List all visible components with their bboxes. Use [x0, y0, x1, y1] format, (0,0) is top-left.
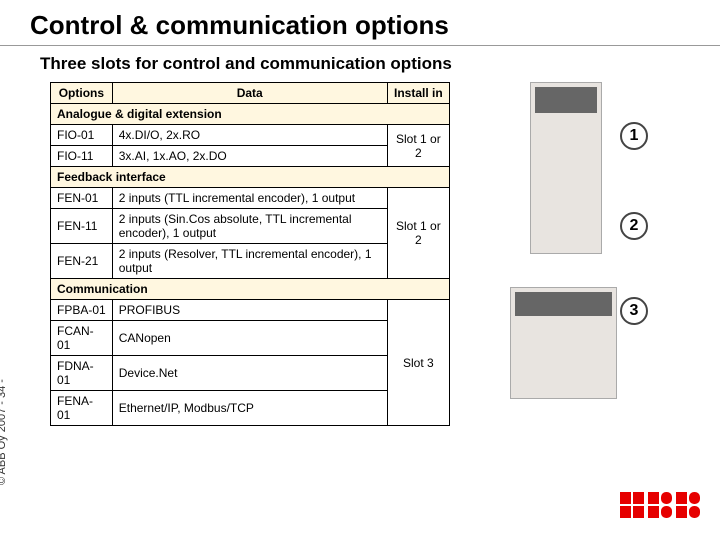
device-panel: 1 2 3: [470, 82, 670, 426]
callout-1: 1: [620, 122, 648, 150]
device-image-bottom: [510, 287, 617, 399]
cell-option: FPBA-01: [51, 300, 113, 321]
header-install: Install in: [387, 83, 449, 104]
table-row: FIO-01 4x.DI/O, 2x.RO Slot 1 or 2: [51, 125, 450, 146]
abb-logo: [620, 490, 700, 525]
cell-option: FIO-01: [51, 125, 113, 146]
table-row: FPBA-01 PROFIBUS Slot 3: [51, 300, 450, 321]
cell-install: Slot 3: [387, 300, 449, 426]
callout-2: 2: [620, 212, 648, 240]
cell-install: Slot 1 or 2: [387, 125, 449, 167]
cell-data: 2 inputs (TTL incremental encoder), 1 ou…: [112, 188, 387, 209]
page-subtitle: Three slots for control and communicatio…: [0, 46, 720, 82]
section-feedback: Feedback interface: [51, 167, 450, 188]
cell-data: 2 inputs (Sin.Cos absolute, TTL incremen…: [112, 209, 387, 244]
options-table: Options Data Install in Analogue & digit…: [50, 82, 450, 426]
section-communication: Communication: [51, 279, 450, 300]
cell-data: Ethernet/IP, Modbus/TCP: [112, 391, 387, 426]
copyright-text: © ABB Oy 2007 - 34 -: [0, 379, 8, 485]
callout-3: 3: [620, 297, 648, 325]
header-options: Options: [51, 83, 113, 104]
device-image-top: [530, 82, 602, 254]
cell-data: PROFIBUS: [112, 300, 387, 321]
section-analogue: Analogue & digital extension: [51, 104, 450, 125]
cell-option: FIO-11: [51, 146, 113, 167]
table-row: FEN-01 2 inputs (TTL incremental encoder…: [51, 188, 450, 209]
cell-option: FENA-01: [51, 391, 113, 426]
cell-data: 3x.AI, 1x.AO, 2x.DO: [112, 146, 387, 167]
cell-option: FEN-11: [51, 209, 113, 244]
cell-data: CANopen: [112, 321, 387, 356]
cell-option: FCAN-01: [51, 321, 113, 356]
cell-data: Device.Net: [112, 356, 387, 391]
cell-option: FEN-21: [51, 244, 113, 279]
table-header-row: Options Data Install in: [51, 83, 450, 104]
cell-option: FDNA-01: [51, 356, 113, 391]
cell-data: 2 inputs (Resolver, TTL incremental enco…: [112, 244, 387, 279]
cell-option: FEN-01: [51, 188, 113, 209]
header-data: Data: [112, 83, 387, 104]
cell-data: 4x.DI/O, 2x.RO: [112, 125, 387, 146]
cell-install: Slot 1 or 2: [387, 188, 449, 279]
page-title: Control & communication options: [0, 0, 720, 46]
